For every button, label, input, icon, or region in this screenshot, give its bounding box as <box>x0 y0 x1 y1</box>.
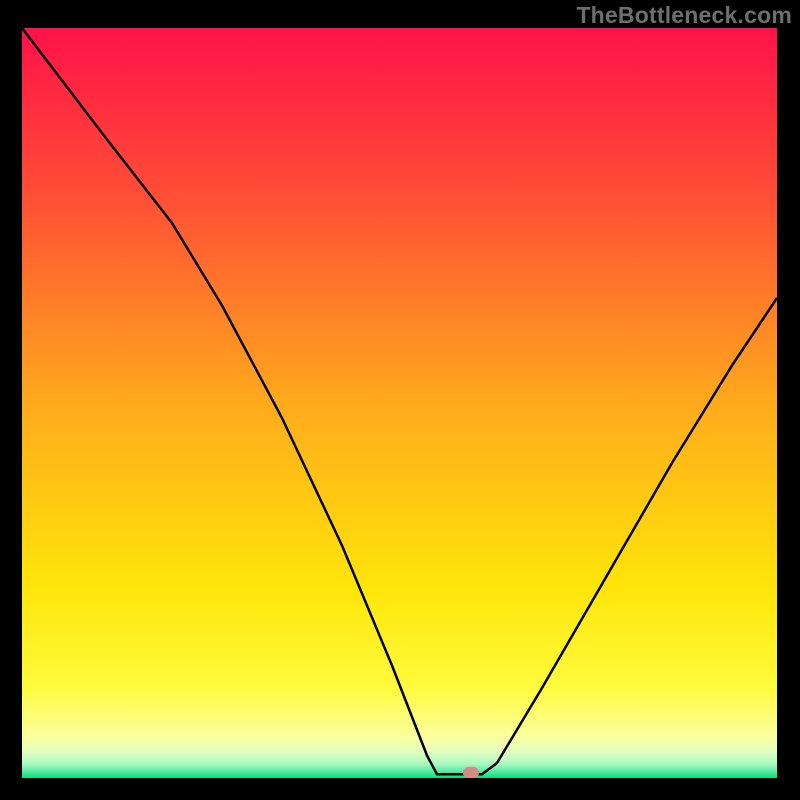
watermark-source: TheBottleneck.com <box>576 2 792 29</box>
gradient-background <box>22 28 777 778</box>
bottleneck-chart <box>22 28 777 778</box>
optimal-marker <box>463 767 479 778</box>
